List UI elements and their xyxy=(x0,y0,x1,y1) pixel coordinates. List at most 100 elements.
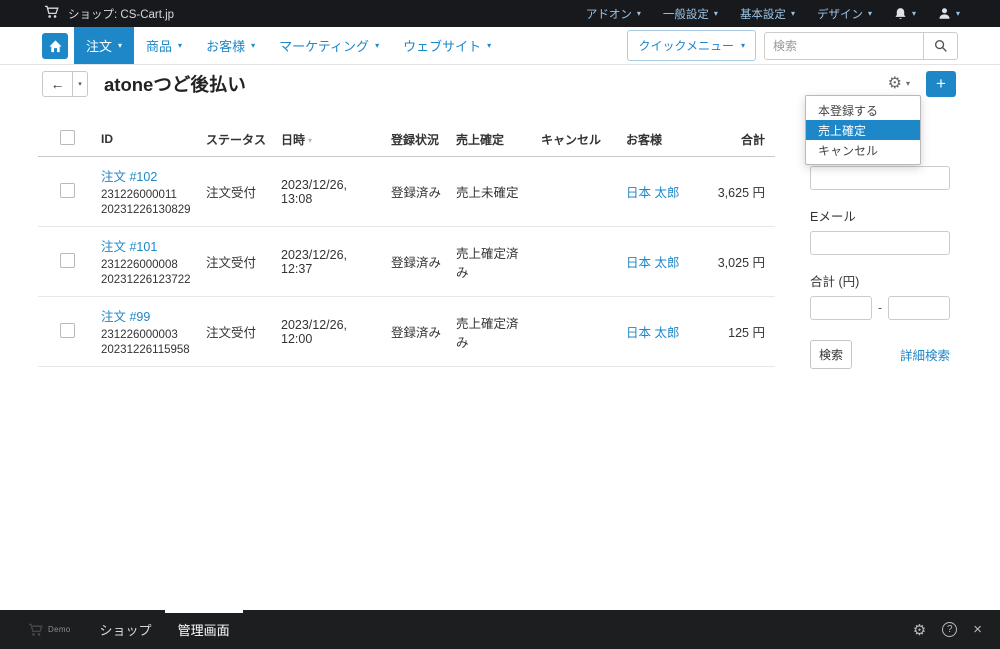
menu-item-register[interactable]: 本登録する xyxy=(806,100,920,120)
chevron-down-icon: ▾ xyxy=(790,8,795,18)
add-button[interactable]: + xyxy=(926,71,956,97)
advanced-search-link[interactable]: 詳細検索 xyxy=(900,345,950,364)
filter-field-input[interactable] xyxy=(810,166,950,190)
nav-tab-products[interactable]: 商品 ▾ xyxy=(134,27,194,64)
nav-tab-label: 商品 xyxy=(146,39,173,54)
back-button-group: ← ▾ xyxy=(42,71,88,97)
row-checkbox[interactable] xyxy=(60,182,75,198)
order-status: 注文受付 xyxy=(200,296,275,367)
chevron-down-icon: ▾ xyxy=(911,8,916,18)
sales-status: 売上確定済み xyxy=(450,296,535,367)
menu-item-confirm-sales[interactable]: 売上確定 xyxy=(806,120,920,140)
column-header-customer[interactable]: お客様 xyxy=(620,122,700,157)
shop-label: ショップ: CS-Cart.jp xyxy=(68,8,175,21)
arrow-left-icon: ← xyxy=(50,76,65,92)
customer-link[interactable]: 日本 太郎 xyxy=(626,186,679,200)
user-icon xyxy=(938,7,951,20)
bottombar-tab-admin[interactable]: 管理画面 xyxy=(164,610,243,649)
nav-tab-label: ウェブサイト xyxy=(403,39,482,54)
table-row: 注文 #99 231226000003 20231226115958 注文受付 … xyxy=(38,296,775,367)
nav-tab-label: 注文 xyxy=(86,39,113,54)
customer-link[interactable]: 日本 太郎 xyxy=(626,326,679,340)
filter-search-button[interactable]: 検索 xyxy=(810,340,853,369)
column-header-id[interactable]: ID xyxy=(95,122,200,157)
column-header-sales[interactable]: 売上確定 xyxy=(450,122,535,157)
global-search xyxy=(764,31,958,60)
back-dropdown-toggle[interactable]: ▾ xyxy=(72,72,87,96)
notifications-menu[interactable]: ▾ xyxy=(894,7,916,21)
chevron-down-icon: ▾ xyxy=(955,8,960,18)
nav-tab-website[interactable]: ウェブサイト ▾ xyxy=(391,27,503,64)
shop-transaction-id: 20231226115958 xyxy=(101,343,190,356)
column-label: ID xyxy=(101,132,113,146)
help-icon[interactable]: ? xyxy=(942,622,958,637)
topbar-menus: アドオン ▾ 一般設定 ▾ 基本設定 ▾ デザイン ▾ ▾ ▾ xyxy=(586,6,1000,22)
order-total: 3,025 円 xyxy=(700,226,775,297)
chevron-down-icon: ▾ xyxy=(487,40,492,50)
topbar-menu-addons[interactable]: アドオン ▾ xyxy=(586,6,641,22)
range-dash: - xyxy=(878,301,883,315)
quick-menu-button[interactable]: クイックメニュー ▾ xyxy=(627,30,756,61)
transaction-id: 231226000003 xyxy=(101,328,178,341)
chevron-down-icon: ▾ xyxy=(713,8,718,18)
column-label: 登録状況 xyxy=(391,132,440,147)
chevron-down-icon: ▾ xyxy=(78,81,82,88)
topbar-menu-general-settings[interactable]: 一般設定 ▾ xyxy=(663,6,718,22)
email-field[interactable] xyxy=(810,231,950,255)
column-header-cancel[interactable]: キャンセル xyxy=(535,122,620,157)
order-status: 注文受付 xyxy=(200,226,275,297)
order-datetime: 2023/12/26, 13:08 xyxy=(275,156,385,227)
nav-tabs: 注文 ▾ 商品 ▾ お客様 ▾ マーケティング ▾ ウェブサイト ▾ xyxy=(74,27,503,64)
demo-badge: Demo xyxy=(48,625,71,634)
home-button[interactable] xyxy=(42,32,68,59)
search-icon xyxy=(934,39,947,52)
column-label: キャンセル xyxy=(541,132,602,147)
chevron-down-icon: ▾ xyxy=(178,40,183,50)
nav-tab-label: マーケティング xyxy=(279,39,370,54)
row-checkbox[interactable] xyxy=(60,322,75,338)
admin-screen: ショップ: CS-Cart.jp アドオン ▾ 一般設定 ▾ 基本設定 ▾ デザイン ▾… xyxy=(0,0,1000,649)
demo-logo: Demo xyxy=(28,610,71,649)
column-header-status[interactable]: ステータス xyxy=(200,122,275,157)
cart-icon xyxy=(44,5,59,22)
search-input[interactable] xyxy=(764,31,924,60)
select-all-checkbox[interactable] xyxy=(60,130,75,145)
user-menu[interactable]: ▾ xyxy=(938,7,960,20)
settings-gear-icon[interactable]: ⚙ xyxy=(913,621,926,639)
topbar-menu-basic-settings[interactable]: 基本設定 ▾ xyxy=(740,6,795,22)
total-from-field[interactable] xyxy=(810,296,872,320)
topbar-menu-label: デザイン xyxy=(816,8,863,21)
column-header-datetime[interactable]: 日時 ▾ xyxy=(275,122,385,157)
customer-link[interactable]: 日本 太郎 xyxy=(626,256,679,270)
topbar-menu-label: アドオン xyxy=(585,8,632,21)
gear-menu-button[interactable]: ⚙ ▾ xyxy=(888,76,910,92)
nav-tab-customers[interactable]: お客様 ▾ xyxy=(194,27,267,64)
back-button[interactable]: ← xyxy=(43,72,72,96)
topbar-menu-design[interactable]: デザイン ▾ xyxy=(817,6,872,22)
table-header-row: ID ステータス 日時 ▾ 登録状況 売上確定 キャンセル お客様 合計 xyxy=(38,122,775,157)
total-to-field[interactable] xyxy=(888,296,951,320)
order-status: 注文受付 xyxy=(200,156,275,227)
order-datetime: 2023/12/26, 12:37 xyxy=(275,226,385,297)
column-header-registration[interactable]: 登録状況 xyxy=(385,122,450,157)
shop-transaction-id: 20231226130829 xyxy=(101,203,191,216)
search-button[interactable] xyxy=(924,31,958,60)
chevron-down-icon: ▾ xyxy=(867,8,872,18)
column-header-total[interactable]: 合計 xyxy=(700,122,775,157)
table-row: 注文 #102 231226000011 20231226130829 注文受付… xyxy=(38,156,775,227)
home-icon xyxy=(48,39,62,52)
column-label: 売上確定 xyxy=(456,132,505,147)
order-link[interactable]: 注文 #102 xyxy=(101,166,194,185)
order-link[interactable]: 注文 #101 xyxy=(101,236,194,255)
bottombar-icons: ⚙ ? × xyxy=(913,610,1000,649)
nav-tab-marketing[interactable]: マーケティング ▾ xyxy=(267,27,391,64)
row-checkbox[interactable] xyxy=(60,252,75,268)
menu-item-cancel[interactable]: キャンセル xyxy=(806,140,920,160)
close-icon[interactable]: × xyxy=(973,621,982,638)
page-title: atoneつど後払い xyxy=(104,74,246,95)
order-link[interactable]: 注文 #99 xyxy=(101,306,194,325)
column-label: 日時 xyxy=(281,132,306,147)
nav-tab-orders[interactable]: 注文 ▾ xyxy=(74,27,135,64)
page-header-actions: ⚙ ▾ + xyxy=(888,71,1000,97)
bottombar-tab-storefront[interactable]: ショップ xyxy=(87,610,165,649)
